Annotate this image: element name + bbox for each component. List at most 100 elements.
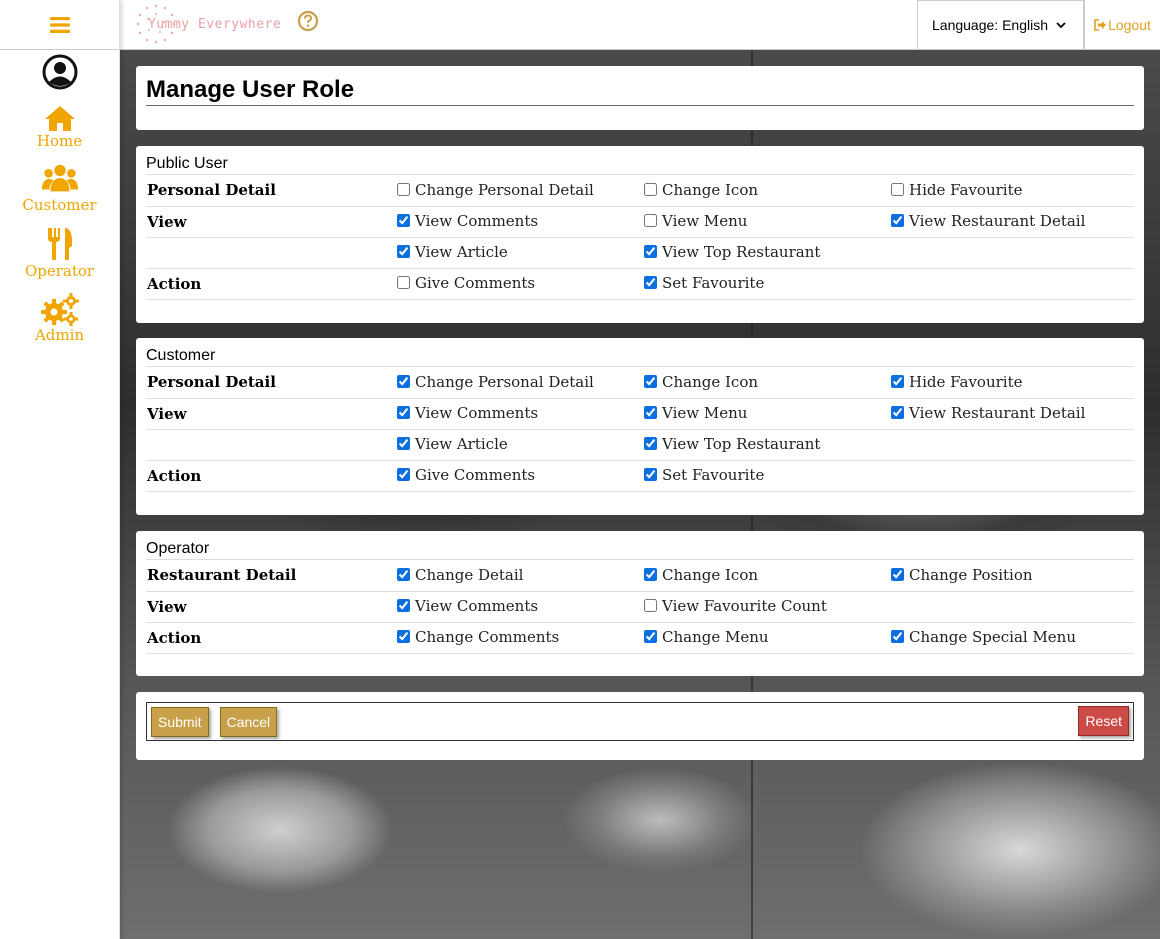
permission-cell bbox=[891, 460, 1134, 492]
sidebar-item-operator[interactable]: Operator bbox=[0, 226, 119, 280]
permission-checkbox[interactable] bbox=[397, 568, 410, 581]
permission-option[interactable]: Give Comments bbox=[397, 466, 535, 484]
permission-category: View bbox=[146, 206, 397, 238]
permission-option[interactable]: View Restaurant Detail bbox=[891, 404, 1085, 422]
permission-checkbox[interactable] bbox=[891, 568, 904, 581]
sidebar-item-home[interactable]: Home bbox=[0, 104, 119, 150]
permission-option[interactable]: View Top Restaurant bbox=[644, 435, 820, 453]
permission-option[interactable]: Change Icon bbox=[644, 373, 758, 391]
permission-option[interactable]: Change Icon bbox=[644, 566, 758, 584]
permission-checkbox[interactable] bbox=[891, 214, 904, 228]
permission-checkbox[interactable] bbox=[397, 437, 410, 451]
permission-option[interactable]: Change Menu bbox=[644, 628, 769, 646]
permission-checkbox[interactable] bbox=[397, 245, 410, 259]
permission-option[interactable]: View Article bbox=[397, 243, 508, 261]
help-button[interactable] bbox=[297, 10, 319, 36]
permission-checkbox[interactable] bbox=[644, 630, 657, 644]
permission-checkbox[interactable] bbox=[397, 468, 410, 482]
permission-option[interactable]: Hide Favourite bbox=[891, 181, 1023, 199]
permission-checkbox[interactable] bbox=[644, 214, 657, 228]
permission-checkbox[interactable] bbox=[397, 630, 410, 644]
chevron-down-icon bbox=[1056, 22, 1066, 29]
form-actions: Submit Cancel Reset bbox=[146, 702, 1134, 741]
permission-option[interactable]: Give Comments bbox=[397, 274, 535, 292]
avatar[interactable] bbox=[0, 54, 119, 90]
permission-option[interactable]: Change Personal Detail bbox=[397, 181, 594, 199]
permission-label: Give Comments bbox=[415, 273, 536, 292]
logout-button[interactable]: Logout bbox=[1084, 0, 1160, 50]
permission-checkbox[interactable] bbox=[644, 245, 657, 259]
permission-option[interactable]: Set Favourite bbox=[644, 274, 764, 292]
permission-option[interactable]: Change Detail bbox=[397, 566, 523, 584]
permission-cell: Change Special Menu bbox=[891, 622, 1134, 654]
permission-label: View Restaurant Detail bbox=[909, 403, 1086, 422]
permission-checkbox[interactable] bbox=[891, 375, 904, 388]
permission-option[interactable]: View Comments bbox=[397, 597, 538, 615]
permission-checkbox[interactable] bbox=[891, 630, 904, 644]
permission-label: Set Favourite bbox=[662, 465, 765, 484]
permission-checkbox[interactable] bbox=[891, 406, 904, 420]
permission-category: Restaurant Detail bbox=[146, 560, 397, 592]
permission-option[interactable]: View Comments bbox=[397, 212, 538, 230]
permission-option[interactable]: View Favourite Count bbox=[644, 597, 827, 615]
permission-option[interactable]: View Top Restaurant bbox=[644, 243, 820, 261]
permission-cell bbox=[891, 237, 1134, 269]
permission-checkbox[interactable] bbox=[644, 406, 657, 420]
permission-table: Personal Detail Change Personal Detail Cha… bbox=[146, 367, 1134, 492]
permission-checkbox[interactable] bbox=[644, 276, 657, 290]
permission-option[interactable]: Change Position bbox=[891, 566, 1033, 584]
permission-checkbox[interactable] bbox=[644, 568, 657, 581]
language-select[interactable]: Language: English bbox=[917, 0, 1084, 50]
permission-option[interactable]: Change Special Menu bbox=[891, 628, 1076, 646]
submit-button[interactable]: Submit bbox=[151, 706, 209, 737]
permission-option[interactable]: Hide Favourite bbox=[891, 373, 1023, 391]
permission-label: Give Comments bbox=[415, 465, 536, 484]
permission-label: View Comments bbox=[415, 596, 539, 615]
permission-checkbox[interactable] bbox=[644, 599, 657, 613]
section-title: Operator bbox=[146, 538, 1134, 560]
reset-button[interactable]: Reset bbox=[1078, 706, 1129, 736]
permission-cell: Change Icon bbox=[644, 175, 891, 207]
permission-category: Personal Detail bbox=[146, 367, 397, 399]
hamburger-menu-button[interactable] bbox=[0, 0, 119, 50]
permission-option[interactable]: View Comments bbox=[397, 404, 538, 422]
permission-cell: Set Favourite bbox=[644, 460, 891, 492]
permission-checkbox[interactable] bbox=[397, 599, 410, 613]
permission-label: Change Icon bbox=[662, 565, 759, 584]
permission-checkbox[interactable] bbox=[397, 375, 410, 388]
permission-label: Hide Favourite bbox=[909, 372, 1023, 391]
permission-label: Change Icon bbox=[662, 180, 759, 199]
permission-checkbox[interactable] bbox=[397, 276, 410, 290]
cancel-button[interactable]: Cancel bbox=[219, 706, 278, 737]
sidebar-item-customer[interactable]: Customer bbox=[0, 162, 119, 214]
permission-checkbox[interactable] bbox=[644, 437, 657, 451]
sidebar-item-admin[interactable]: Admin bbox=[0, 292, 119, 344]
question-circle-icon bbox=[297, 10, 319, 32]
permission-category: View bbox=[146, 591, 397, 623]
permission-row: Restaurant Detail Change Detail Change Ico… bbox=[146, 560, 1134, 592]
permission-label: Change Position bbox=[909, 565, 1033, 584]
permission-label: View Comments bbox=[415, 403, 539, 422]
permission-option[interactable]: Set Favourite bbox=[644, 466, 764, 484]
permission-cell: Change Icon bbox=[644, 367, 891, 399]
permission-option[interactable]: Change Comments bbox=[397, 628, 559, 646]
permission-label: Change Special Menu bbox=[909, 627, 1077, 646]
permission-checkbox[interactable] bbox=[397, 406, 410, 420]
permission-checkbox[interactable] bbox=[397, 214, 410, 228]
permission-checkbox[interactable] bbox=[644, 375, 657, 388]
permission-cell bbox=[891, 268, 1134, 300]
permission-option[interactable]: View Article bbox=[397, 435, 508, 453]
brand-logo[interactable]: Yummy Everywhere bbox=[134, 2, 281, 46]
permission-checkbox[interactable] bbox=[891, 183, 904, 196]
permission-option[interactable]: View Menu bbox=[644, 404, 747, 422]
permission-option[interactable]: View Menu bbox=[644, 212, 747, 230]
permission-checkbox[interactable] bbox=[644, 183, 657, 196]
permission-label: Change Detail bbox=[415, 565, 524, 584]
permission-checkbox[interactable] bbox=[644, 468, 657, 482]
permission-option[interactable]: Change Icon bbox=[644, 181, 758, 199]
permission-option[interactable]: Change Personal Detail bbox=[397, 373, 594, 391]
permission-label: View Menu bbox=[662, 211, 748, 230]
permission-cell: View Restaurant Detail bbox=[891, 206, 1134, 238]
permission-checkbox[interactable] bbox=[397, 183, 410, 196]
permission-option[interactable]: View Restaurant Detail bbox=[891, 212, 1085, 230]
